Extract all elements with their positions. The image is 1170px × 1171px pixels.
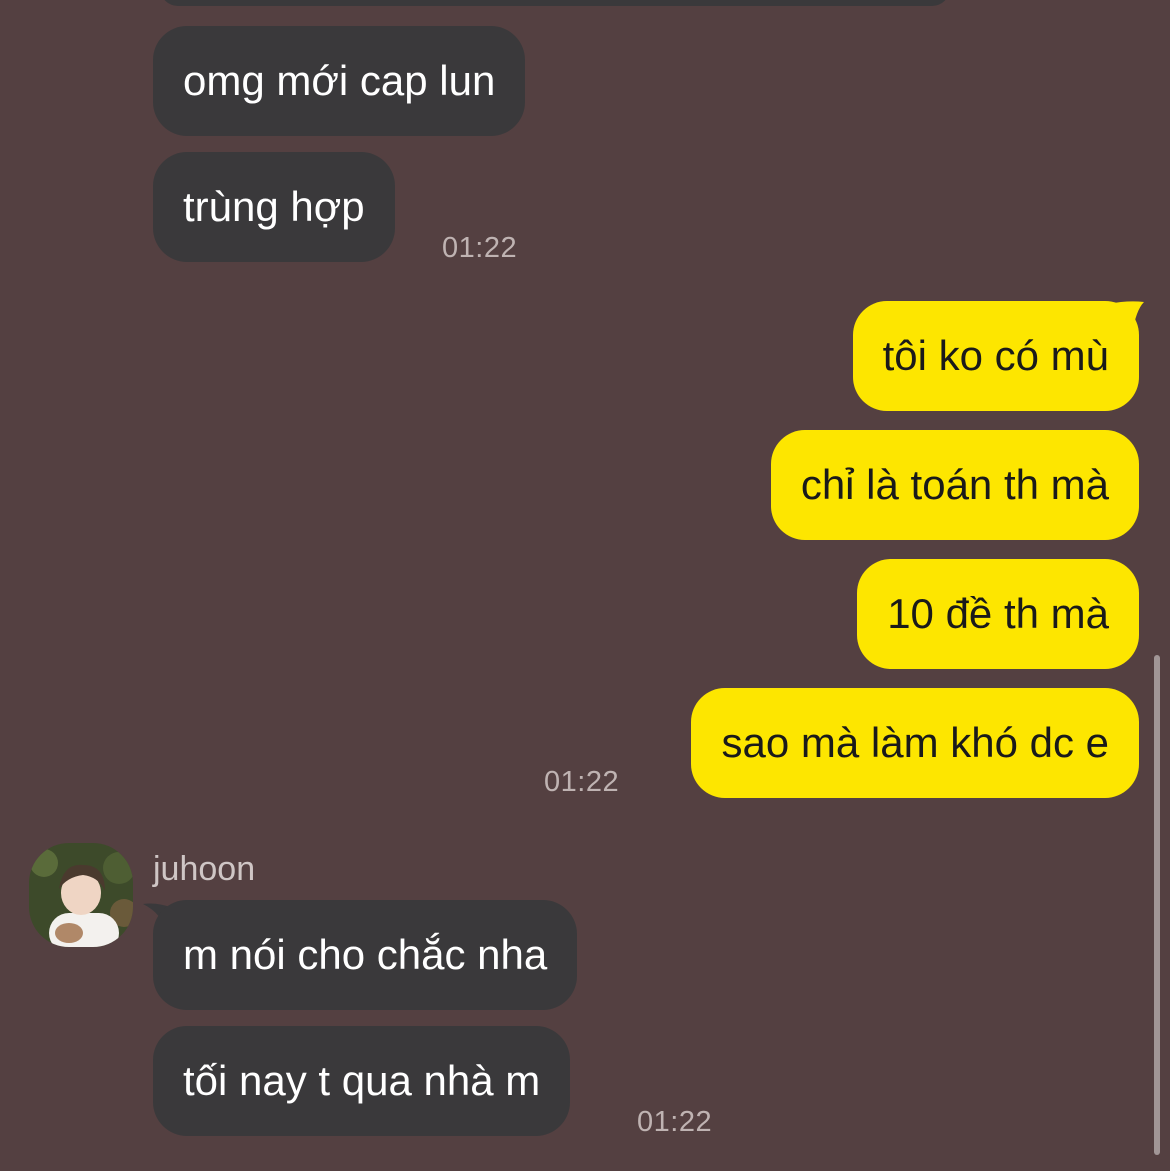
incoming-message[interactable]: omg mới cap lun — [153, 26, 526, 136]
avatar-photo-icon — [29, 843, 133, 947]
outgoing-message[interactable]: tôi ko có mù — [852, 301, 1139, 411]
incoming-message[interactable]: tối nay t qua nhà m — [153, 1026, 571, 1136]
message-timestamp: 01:22 — [442, 232, 518, 264]
message-text: chỉ là toán th mà — [800, 461, 1109, 508]
chat-view: omg mới cap lun trùng hợp 01:22 tôi ko c… — [0, 0, 1170, 1171]
message-text: tôi ko có mù — [882, 332, 1109, 379]
message-timestamp: 01:22 — [637, 1106, 713, 1138]
message-text: 10 đề th mà — [887, 590, 1109, 637]
message-text: sao mà làm khó dc e — [721, 719, 1109, 766]
scrollbar[interactable] — [1154, 655, 1160, 1155]
outgoing-message[interactable]: sao mà làm khó dc e — [691, 688, 1139, 798]
message-text: tối nay t qua nhà m — [183, 1057, 541, 1104]
outgoing-message[interactable]: chỉ là toán th mà — [770, 430, 1139, 540]
avatar[interactable] — [29, 843, 133, 947]
previous-message-bubble[interactable] — [160, 0, 950, 6]
outgoing-message[interactable]: 10 đề th mà — [857, 559, 1139, 669]
incoming-message[interactable]: trùng hợp — [153, 152, 395, 262]
message-text: omg mới cap lun — [183, 57, 496, 104]
message-text: trùng hợp — [183, 183, 365, 230]
message-text: m nói cho chắc nha — [183, 931, 548, 978]
message-timestamp: 01:22 — [544, 766, 620, 798]
incoming-message[interactable]: m nói cho chắc nha — [153, 900, 578, 1010]
sender-name: juhoon — [153, 850, 256, 888]
